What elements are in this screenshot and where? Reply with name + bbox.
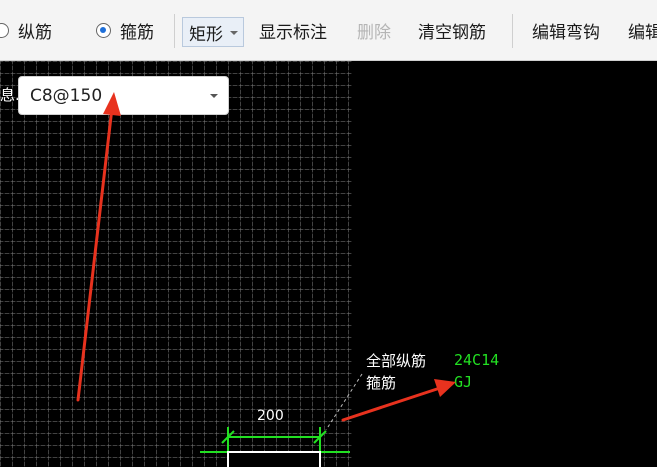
column-section-box bbox=[227, 451, 321, 467]
canvas-overlay bbox=[76, 92, 456, 467]
red-arrow-icon bbox=[76, 92, 121, 402]
leader-line bbox=[325, 373, 363, 431]
red-arrow-icon bbox=[341, 379, 456, 422]
